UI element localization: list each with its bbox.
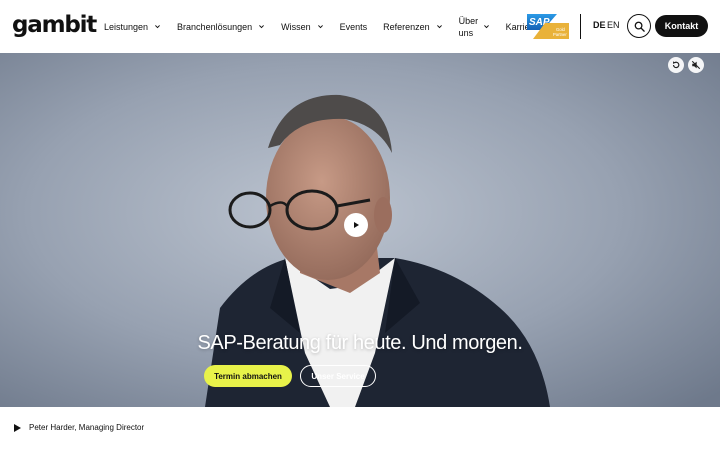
play-video-button[interactable] xyxy=(344,213,368,237)
chevron-down-icon xyxy=(155,25,160,29)
replay-button[interactable] xyxy=(668,57,684,73)
contact-button[interactable]: Kontakt xyxy=(655,15,708,37)
mute-icon xyxy=(691,60,701,70)
search-button[interactable] xyxy=(627,14,651,38)
nav-item-ueber-uns[interactable]: Über uns xyxy=(459,15,490,39)
language-en[interactable]: EN xyxy=(607,20,620,30)
nav-item-label: Events xyxy=(339,21,368,32)
our-service-button[interactable]: Unser Service xyxy=(300,365,376,387)
hero-headline: SAP-Beratung für heute. Und morgen. xyxy=(197,332,523,354)
gambit-logo[interactable]: gambit xyxy=(12,11,97,39)
header-divider xyxy=(580,14,581,39)
nav-item-label: Leistungen xyxy=(104,21,149,32)
speaker-caption-text: Peter Harder, Managing Director xyxy=(29,423,145,432)
language-de[interactable]: DE xyxy=(593,20,606,30)
site-header: gambit Leistungen Branchenlösungen Wisse… xyxy=(0,0,720,53)
nav-item-wissen[interactable]: Wissen xyxy=(281,22,324,32)
nav-item-events[interactable]: Events xyxy=(340,22,368,32)
chevron-down-icon xyxy=(436,25,442,29)
nav-item-branchenloesungen[interactable]: Branchenlösungen xyxy=(177,22,265,32)
video-caption[interactable]: Peter Harder, Managing Director xyxy=(14,423,144,432)
nav-item-referenzen[interactable]: Referenzen xyxy=(383,22,443,32)
sap-badge-type: Partner xyxy=(553,32,567,37)
book-appointment-button[interactable]: Termin abmachen xyxy=(204,365,292,387)
nav-item-label: Über uns xyxy=(458,15,479,38)
nav-item-label: Wissen xyxy=(281,21,311,32)
main-nav: Leistungen Branchenlösungen Wissen Event… xyxy=(104,0,567,53)
nav-item-leistungen[interactable]: Leistungen xyxy=(104,22,161,32)
hero-video[interactable]: SAP-Beratung für heute. Und morgen. Term… xyxy=(0,53,720,407)
sap-gold-partner-badge[interactable]: SAP Gold Partner xyxy=(527,14,569,39)
search-icon xyxy=(634,21,645,32)
nav-item-label: Referenzen xyxy=(383,21,430,32)
mute-button[interactable] xyxy=(688,57,704,73)
play-triangle-icon xyxy=(14,423,21,432)
replay-icon xyxy=(672,61,680,69)
nav-item-label: Branchenlösungen xyxy=(177,21,253,32)
chevron-down-icon xyxy=(483,25,489,29)
chevron-down-icon xyxy=(317,25,323,29)
chevron-down-icon xyxy=(259,25,265,29)
play-icon xyxy=(354,222,359,228)
